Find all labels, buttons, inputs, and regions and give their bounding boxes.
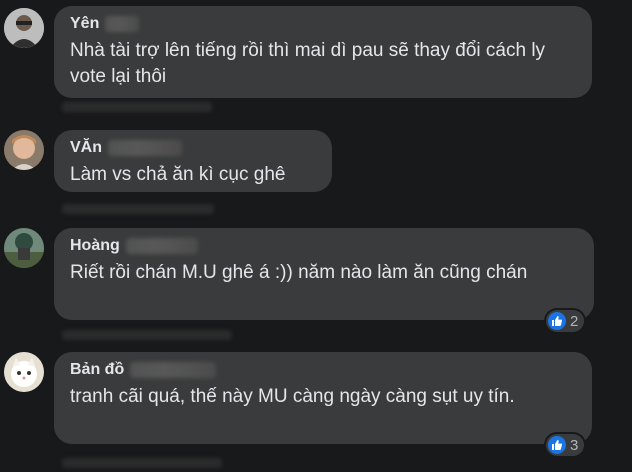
comment-bubble: Bản đồ tranh cãi quá, thế này MU càng ng…	[54, 352, 592, 444]
comment-item: Bản đồ tranh cãi quá, thế này MU càng ng…	[0, 348, 632, 472]
avatar[interactable]	[4, 130, 44, 170]
comment-text: Riết rồi chán M.U ghê á :)) năm nào làm …	[70, 262, 528, 283]
comment-bubble: VĂn Làm vs chả ăn kì cục ghê	[54, 130, 332, 192]
avatar[interactable]	[4, 228, 44, 268]
comment-bubble: Hoàng Riết rồi chán M.U ghê á :)) năm nà…	[54, 228, 594, 320]
reaction-count: 2	[570, 312, 579, 330]
comment-text: Nhà tài trợ lên tiếng rồi thì mai dì pau…	[70, 40, 546, 87]
comment-item: VĂn Làm vs chả ăn kì cục ghê	[0, 120, 632, 220]
comment-text: Làm vs chả ăn kì cục ghê	[70, 164, 286, 185]
reaction-count: 3	[570, 436, 579, 454]
reaction-count-badge[interactable]: 3	[546, 434, 585, 456]
comment-item: Hoàng Riết rồi chán M.U ghê á :)) năm nà…	[0, 226, 632, 344]
comment-bubble: Yên Nhà tài trợ lên tiếng rồi thì mai dì…	[54, 6, 592, 98]
avatar[interactable]	[4, 352, 44, 392]
like-icon	[548, 436, 566, 454]
commenter-name[interactable]: VĂn	[70, 139, 102, 157]
avatar[interactable]	[4, 8, 44, 48]
like-icon	[548, 312, 566, 330]
commenter-name[interactable]: Yên	[70, 15, 99, 33]
commenter-name[interactable]: Hoàng	[70, 237, 120, 255]
commenter-name[interactable]: Bản đồ	[70, 361, 124, 379]
comment-text: tranh cãi quá, thế này MU càng ngày càng…	[70, 386, 515, 407]
comment-item: Yên Nhà tài trợ lên tiếng rồi thì mai dì…	[0, 0, 632, 112]
reaction-count-badge[interactable]: 2	[546, 310, 585, 332]
